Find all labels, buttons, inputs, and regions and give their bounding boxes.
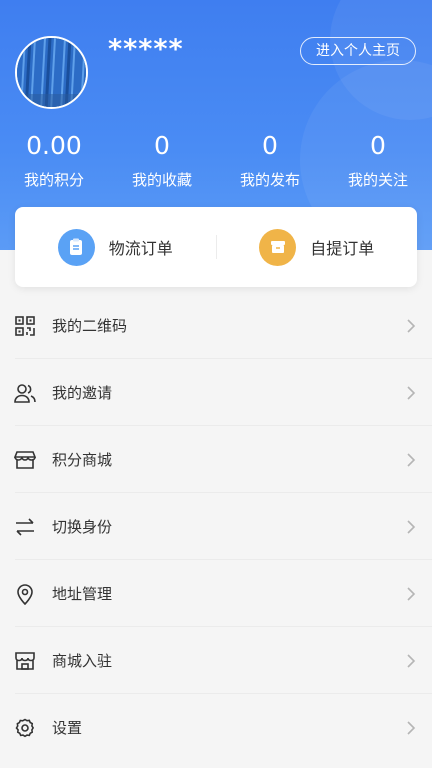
menu-label: 我的二维码 xyxy=(52,317,128,335)
stat-label: 我的收藏 xyxy=(131,171,192,189)
location-pin-icon xyxy=(14,583,36,605)
stat-value: 0 xyxy=(370,131,386,160)
stat-value: 0 xyxy=(154,131,170,160)
menu-label: 地址管理 xyxy=(52,585,113,603)
chevron-right-icon xyxy=(407,452,416,467)
menu-label: 设置 xyxy=(52,719,83,737)
stat-points[interactable]: 0.00 我的积分 xyxy=(0,128,108,190)
users-icon xyxy=(14,382,36,404)
menu-item-points-mall[interactable]: 积分商城 xyxy=(0,426,432,493)
box-icon xyxy=(259,228,297,266)
menu-item-qr-code[interactable]: 我的二维码 xyxy=(0,292,432,359)
stat-following[interactable]: 0 我的关注 xyxy=(324,128,432,190)
menu-label: 积分商城 xyxy=(52,451,113,469)
menu-item-address-management[interactable]: 地址管理 xyxy=(0,560,432,627)
order-label: 自提订单 xyxy=(310,239,375,258)
qr-code-icon xyxy=(14,315,36,337)
stat-label: 我的发布 xyxy=(239,171,300,189)
username: ***** xyxy=(108,34,184,65)
swap-icon xyxy=(14,516,36,538)
stat-value: 0.00 xyxy=(26,131,82,160)
stat-value: 0 xyxy=(262,131,278,160)
store-icon xyxy=(14,449,36,471)
avatar[interactable] xyxy=(15,36,88,109)
stat-favorites[interactable]: 0 我的收藏 xyxy=(108,128,216,190)
order-label: 物流订单 xyxy=(108,239,173,258)
chevron-right-icon xyxy=(407,586,416,601)
chevron-right-icon xyxy=(407,318,416,333)
gear-icon xyxy=(14,717,36,739)
chevron-right-icon xyxy=(407,653,416,668)
logistics-orders-button[interactable]: 物流订单 xyxy=(15,207,216,287)
stats-row: 0.00 我的积分 0 我的收藏 0 我的发布 0 我的关注 xyxy=(0,128,432,190)
menu-list: 我的二维码 我的邀请 积分商城 切换身份 地址管理 商城入驻 设置 xyxy=(0,292,432,761)
menu-item-invitations[interactable]: 我的邀请 xyxy=(0,359,432,426)
order-card: 物流订单 自提订单 xyxy=(15,207,417,287)
menu-item-merchant-join[interactable]: 商城入驻 xyxy=(0,627,432,694)
menu-label: 我的邀请 xyxy=(52,384,113,402)
menu-label: 商城入驻 xyxy=(52,652,113,670)
menu-label: 切换身份 xyxy=(52,518,113,536)
chevron-right-icon xyxy=(407,519,416,534)
stat-label: 我的积分 xyxy=(23,171,84,189)
shop-icon xyxy=(14,650,36,672)
chevron-right-icon xyxy=(407,720,416,735)
clipboard-icon xyxy=(57,228,95,266)
stat-label: 我的关注 xyxy=(347,171,408,189)
profile-page-button[interactable]: 进入个人主页 xyxy=(300,37,416,65)
pickup-orders-button[interactable]: 自提订单 xyxy=(217,207,418,287)
chevron-right-icon xyxy=(407,385,416,400)
stat-posts[interactable]: 0 我的发布 xyxy=(216,128,324,190)
menu-item-settings[interactable]: 设置 xyxy=(0,694,432,761)
menu-item-switch-identity[interactable]: 切换身份 xyxy=(0,493,432,560)
